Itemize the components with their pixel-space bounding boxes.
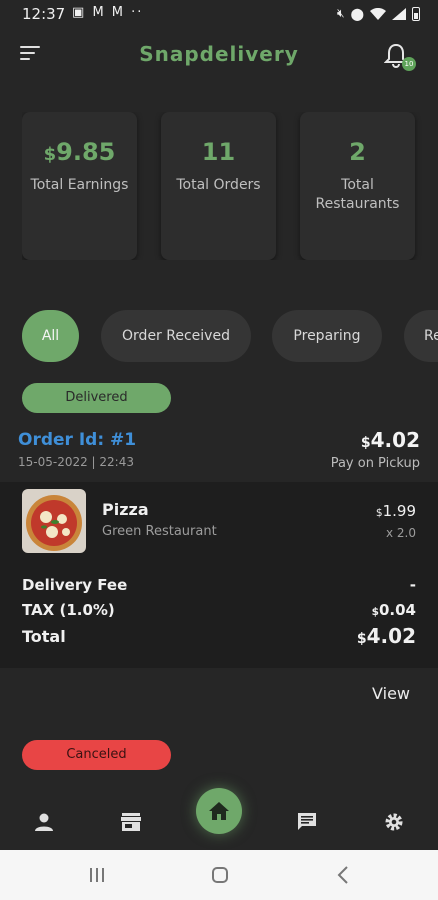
total-value: $4.02 (356, 624, 416, 648)
app-title: Snapdelivery (139, 42, 299, 66)
order-id-link[interactable]: Order Id: #1 (18, 430, 136, 450)
stats-row: $9.85 Total Earnings 11 Total Orders 2 T… (22, 112, 438, 260)
tax-value: $0.04 (371, 601, 416, 619)
wifi-icon (370, 7, 386, 20)
bottom-nav (0, 788, 438, 850)
profile-icon (35, 813, 53, 831)
system-icons: 🔇︎ ⬤ (337, 6, 420, 21)
app-bar: Snapdelivery 10 (0, 28, 438, 84)
total-label: Total (22, 627, 66, 646)
store-icon (121, 813, 141, 831)
filter-chip-all[interactable]: All (22, 310, 79, 362)
order-total: $4.02 (360, 428, 420, 452)
stat-value: 2 (349, 138, 366, 166)
item-price: $1.99 (375, 502, 416, 520)
stat-card-orders: 11 Total Orders (161, 112, 276, 260)
pizza-image (22, 489, 86, 553)
order-filter-chips: All Order Received Preparing Ready (22, 310, 438, 362)
gmail-icon: ▣ (72, 5, 87, 20)
settings-tab[interactable] (379, 807, 409, 837)
recents-icon (90, 868, 104, 882)
back-button[interactable] (328, 863, 358, 887)
battery-icon (412, 6, 420, 21)
recents-button[interactable] (82, 863, 112, 887)
system-nav-bar (0, 850, 438, 900)
chat-icon (298, 813, 316, 830)
filter-chip-ready[interactable]: Ready (404, 310, 438, 362)
mute-icon: 🔇︎ (337, 6, 345, 20)
filter-chip-order-received[interactable]: Order Received (101, 310, 251, 362)
profile-tab[interactable] (29, 807, 59, 837)
status-badge: Delivered (22, 383, 171, 413)
stat-label: Total Orders (176, 177, 261, 193)
order-date: 15-05-2022 | 22:43 (18, 455, 134, 469)
home-circle-icon (212, 867, 228, 883)
item-restaurant: Green Restaurant (102, 524, 217, 539)
system-home-button[interactable] (205, 863, 235, 887)
notification-badge: 10 (402, 57, 416, 71)
signal-icon (392, 7, 406, 20)
delivery-fee-label: Delivery Fee (22, 576, 128, 594)
stat-value: 11 (201, 138, 236, 166)
status-bar: 12:37 ▣ M M ·· 🔇︎ ⬤ (0, 0, 438, 28)
stat-label: Total Earnings (30, 177, 129, 193)
notification-icons: ▣ M M ·· (72, 5, 143, 20)
tax-label: TAX (1.0%) (22, 601, 115, 619)
item-quantity: x 2.0 (386, 526, 416, 540)
location-icon: ⬤ (350, 6, 364, 21)
order-item-row: Pizza Green Restaurant $1.99 x 2.0 (0, 482, 438, 566)
back-icon (337, 866, 348, 884)
stat-label: Total Restaurants (315, 177, 400, 212)
stat-value: $9.85 (43, 138, 116, 166)
payment-method: Pay on Pickup (330, 456, 420, 471)
tax-row: TAX (1.0%) $0.04 (22, 601, 416, 619)
delivery-fee-row: Delivery Fee - (22, 576, 416, 594)
more-dots-icon: ·· (131, 5, 144, 20)
delivery-fee-value: - (409, 576, 416, 594)
notifications-button[interactable]: 10 (383, 43, 416, 71)
chat-tab[interactable] (292, 807, 322, 837)
stat-card-restaurants: 2 Total Restaurants (300, 112, 415, 260)
order-summary: Delivery Fee - TAX (1.0%) $0.04 Total $4… (0, 566, 438, 668)
store-tab[interactable] (116, 807, 146, 837)
filter-chip-preparing[interactable]: Preparing (272, 310, 382, 362)
total-row: Total $4.02 (22, 624, 416, 648)
status-time: 12:37 (22, 5, 66, 23)
status-badge: Canceled (22, 740, 171, 770)
gmail-icon: M (92, 5, 106, 20)
home-tab[interactable] (196, 788, 242, 834)
home-icon (209, 802, 229, 820)
gmail-icon: M (111, 5, 126, 20)
settings-icon (385, 813, 403, 831)
item-name: Pizza (102, 500, 149, 519)
view-order-button[interactable]: View (372, 684, 410, 703)
stat-card-earnings: $9.85 Total Earnings (22, 112, 137, 260)
